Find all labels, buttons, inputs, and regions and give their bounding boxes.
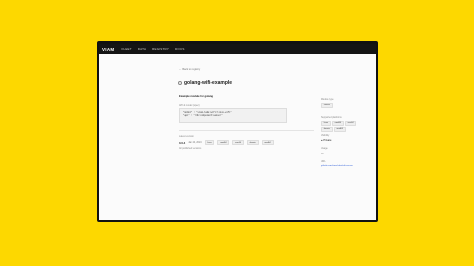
platform-chip: darwin — [321, 126, 333, 132]
usage-value: — — [321, 151, 324, 155]
platform-chip: amd64 — [217, 140, 230, 146]
module-icon — [178, 81, 182, 85]
module-header: golang-wifi-example — [178, 80, 232, 86]
url-section: URL github.com/viam-labs/wifi-sensor — [321, 161, 353, 167]
app-screen: VIAM FLEET DATA REGISTRY DOCS ← Back to … — [99, 44, 376, 220]
nav-data[interactable]: DATA — [138, 47, 146, 51]
module-type-section: Module type sensor — [321, 99, 369, 108]
visibility-label: Visibility — [321, 135, 330, 137]
platform-chip: darwin — [246, 140, 259, 146]
platform-chip: amd64 — [331, 120, 344, 126]
nav-registry[interactable]: REGISTRY — [152, 47, 169, 51]
platform-chip: arm64 — [232, 140, 244, 146]
nav-fleet[interactable]: FLEET — [121, 47, 131, 51]
module-description: Example module for golang — [179, 95, 214, 98]
version-label: Latest version — [179, 135, 194, 138]
platform-chip: linux — [204, 140, 215, 146]
device-frame: VIAM FLEET DATA REGISTRY DOCS ← Back to … — [97, 41, 378, 222]
model-code-block[interactable]: "model" : "viam-labs:wifi:linux-wifi" "a… — [179, 108, 287, 123]
usage-section: Usage — — [321, 148, 328, 155]
module-type-chip: sensor — [321, 102, 333, 108]
platforms-label: Supported platforms — [321, 117, 342, 119]
version-date: Jan 24, 2024 — [188, 141, 202, 144]
repo-url-link[interactable]: github.com/viam-labs/wifi-sensor — [321, 165, 353, 167]
viam-logo[interactable]: VIAM — [102, 47, 114, 52]
visibility-text: Private — [323, 138, 332, 142]
version-number: 0.0.4 — [179, 140, 186, 145]
top-nav: VIAM FLEET DATA REGISTRY DOCS — [99, 44, 376, 54]
all-versions-link[interactable]: All published versions — [179, 148, 201, 150]
api-label: API & model (spec) — [179, 104, 200, 107]
url-label: URL — [321, 161, 326, 163]
platform-chip: arm64 — [344, 120, 357, 126]
nav-docs[interactable]: DOCS — [175, 47, 184, 51]
code-line: "api" : "rdk:component:sensor" — [183, 114, 223, 118]
usage-label: Usage — [321, 148, 328, 150]
module-title: golang-wifi-example — [184, 80, 233, 86]
visibility-value: ● Private — [321, 139, 331, 142]
version-row: 0.0.4 Jan 24, 2024 linux amd64 arm64 dar… — [179, 140, 274, 146]
platform-chip: linux — [321, 120, 331, 126]
platforms-section: Supported platforms linux amd64 arm64 da… — [321, 117, 369, 132]
module-type-label: Module type — [321, 99, 334, 101]
platform-chip: amd64 — [261, 140, 274, 146]
platform-chip: amd64 — [333, 126, 346, 132]
visibility-section: Visibility ● Private — [321, 135, 331, 142]
back-link[interactable]: ← Back to registry — [179, 68, 200, 71]
